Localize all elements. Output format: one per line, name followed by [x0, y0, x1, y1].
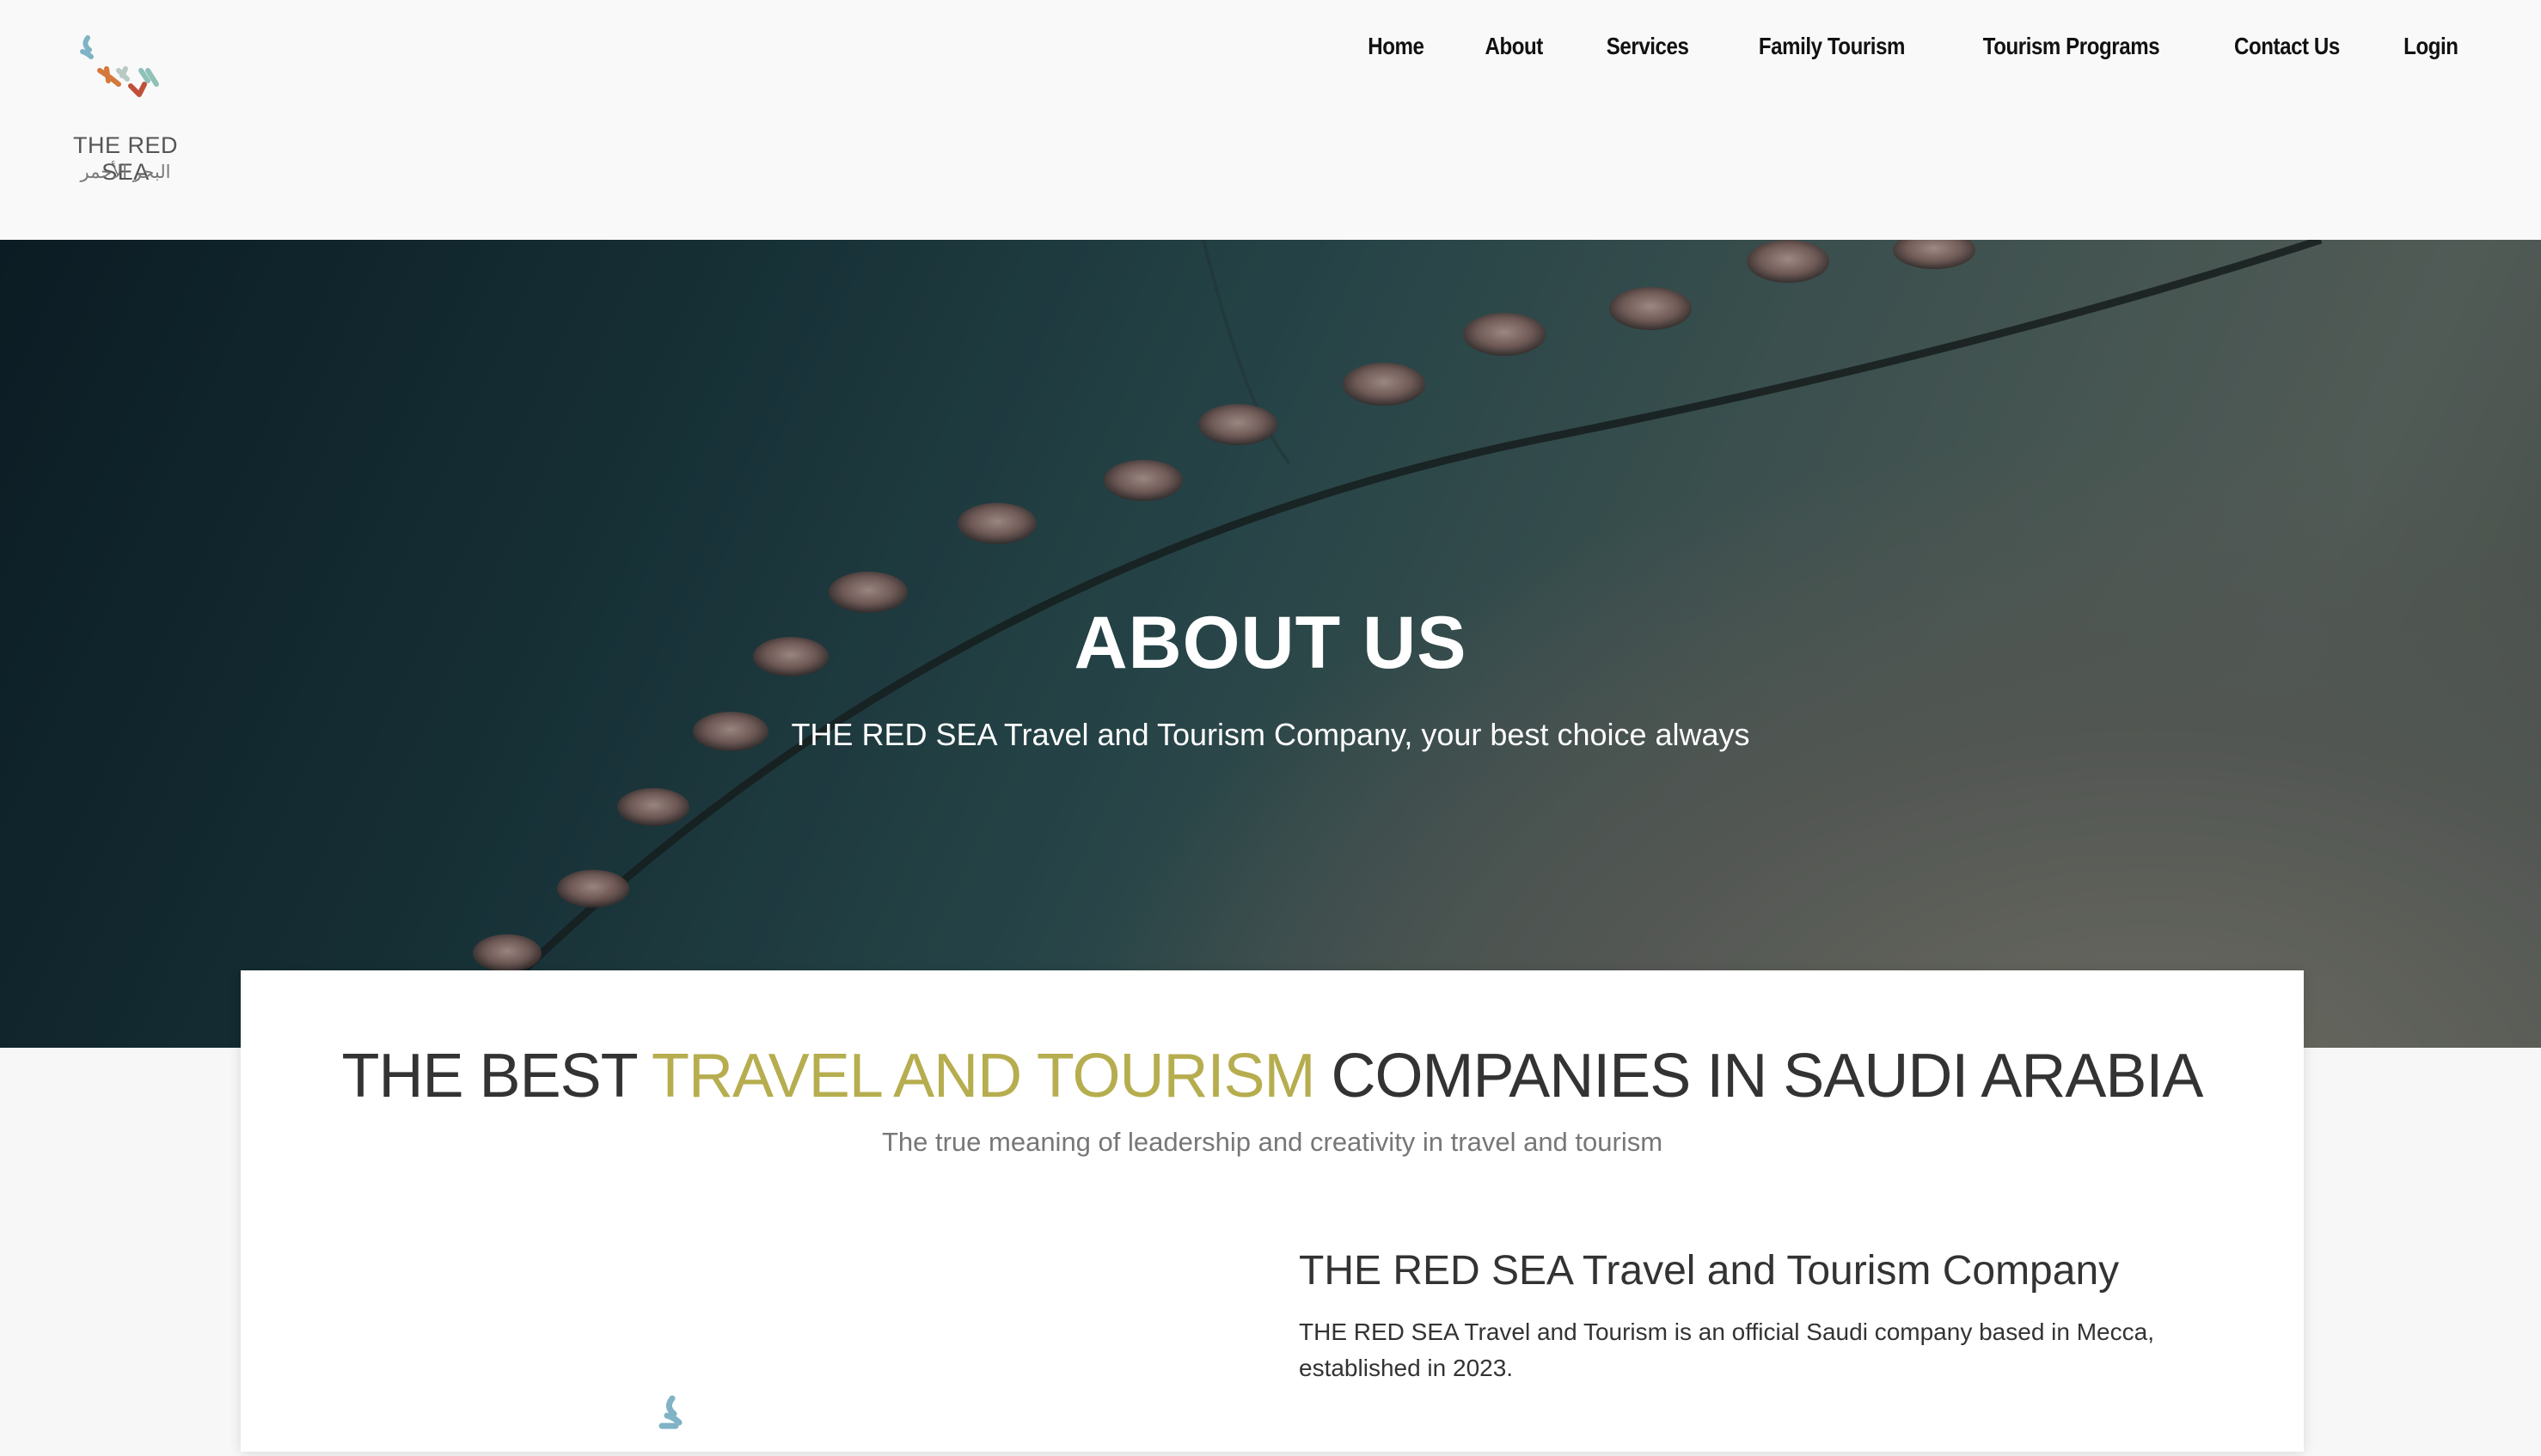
nav-contact-us[interactable]: Contact Us: [2233, 33, 2339, 70]
intro-title-part2: COMPANIES IN SAUDI ARABIA: [1314, 1042, 2204, 1110]
nav-family-tourism[interactable]: Family Tourism: [1759, 33, 1906, 70]
intro-title: THE BEST TRAVEL AND TOURISM COMPANIES IN…: [241, 1041, 2304, 1111]
company-description: THE RED SEA Travel and Tourism is an off…: [1299, 1318, 2154, 1381]
site-logo[interactable]: THE RED SEA البحر الأحمر: [48, 31, 203, 194]
nav-login[interactable]: Login: [2403, 33, 2458, 70]
intro-card: THE BEST TRAVEL AND TOURISM COMPANIES IN…: [241, 970, 2304, 1452]
nav-tourism-programs[interactable]: Tourism Programs: [1982, 33, 2159, 70]
hero-title: ABOUT US: [1074, 602, 1467, 684]
intro-title-accent: TRAVEL AND TOURISM: [652, 1042, 1316, 1110]
main-nav: Home About Services Family Tourism Touri…: [1363, 33, 2463, 70]
red-sea-logo-icon: [658, 1395, 683, 1429]
company-title: THE RED SEA Travel and Tourism Company: [1299, 1248, 2120, 1294]
logo-text-ar: البحر الأحمر: [80, 162, 171, 182]
nav-about[interactable]: About: [1485, 33, 1544, 70]
hero-subtitle: THE RED SEA Travel and Tourism Company, …: [791, 717, 1750, 752]
intro-title-part1: THE BEST: [341, 1042, 652, 1110]
nav-home[interactable]: Home: [1368, 33, 1425, 70]
hero-banner: ABOUT US THE RED SEA Travel and Tourism …: [0, 240, 2541, 1048]
red-sea-logo-icon: [80, 35, 159, 97]
site-header: THE RED SEA البحر الأحمر Home About Serv…: [0, 0, 2541, 240]
intro-subtitle: The true meaning of leadership and creat…: [881, 1127, 1663, 1157]
nav-services[interactable]: Services: [1606, 33, 1688, 70]
